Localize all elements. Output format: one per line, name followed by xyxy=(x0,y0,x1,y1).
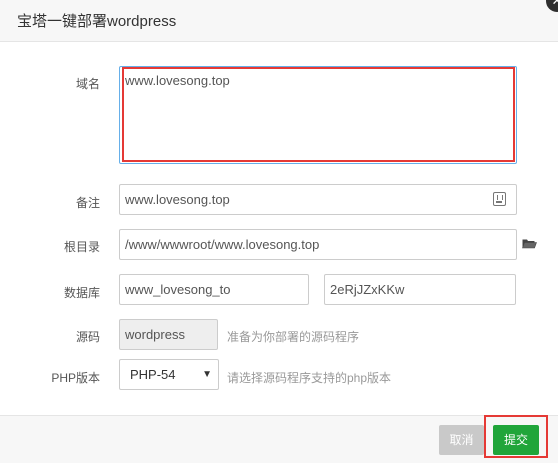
source-input: wordpress xyxy=(119,319,218,350)
deploy-dialog: 宝塔一键部署wordpress ✕ 域名 www.lovesong.top 备注… xyxy=(0,0,558,463)
domain-textarea[interactable]: www.lovesong.top xyxy=(119,66,517,164)
domain-value: www.lovesong.top xyxy=(125,73,230,88)
note-value: www.lovesong.top xyxy=(125,192,230,207)
dialog-title: 宝塔一键部署wordpress xyxy=(17,13,177,30)
php-hint: 请选择源码程序支持的php版本 xyxy=(227,371,392,385)
domain-label: 域名 xyxy=(75,77,100,91)
note-input[interactable]: www.lovesong.top xyxy=(119,184,517,215)
root-label: 根目录 xyxy=(63,240,100,254)
php-version-value: PHP-54 xyxy=(130,367,176,382)
root-dir-input[interactable]: /www/wwwroot/www.lovesong.top xyxy=(119,229,517,260)
db-password-value: 2eRjJZxKKw xyxy=(330,282,405,297)
cancel-button[interactable]: 取消 xyxy=(439,425,484,455)
note-icon xyxy=(493,192,506,206)
db-name-value: www_lovesong_to xyxy=(125,282,231,297)
php-label: PHP版本 xyxy=(51,371,100,385)
db-password-input[interactable]: 2eRjJZxKKw xyxy=(324,274,516,305)
php-version-select[interactable]: PHP-54 ▼ xyxy=(119,359,219,390)
db-label: 数据库 xyxy=(63,286,100,300)
chevron-down-icon: ▼ xyxy=(202,369,212,380)
note-label: 备注 xyxy=(75,196,100,210)
folder-open-icon[interactable] xyxy=(522,238,537,249)
source-hint: 准备为你部署的源码程序 xyxy=(227,330,360,344)
source-value: wordpress xyxy=(125,327,185,342)
submit-button[interactable]: 提交 xyxy=(493,425,539,455)
root-dir-value: /www/wwwroot/www.lovesong.top xyxy=(125,237,320,252)
source-label: 源码 xyxy=(75,330,100,344)
db-name-input[interactable]: www_lovesong_to xyxy=(119,274,309,305)
dialog-header: 宝塔一键部署wordpress xyxy=(0,0,558,42)
